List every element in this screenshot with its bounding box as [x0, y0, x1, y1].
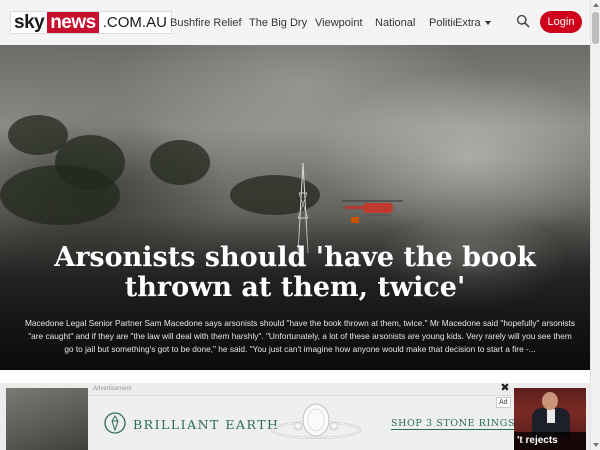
- advertisement-label: Advertisement: [93, 386, 132, 392]
- shop-rings-link[interactable]: SHOP 3 STONE RINGS: [391, 418, 516, 430]
- nav-item-bushfire-relief[interactable]: Bushfire Relief: [170, 17, 242, 29]
- nav-item-the-big-dry[interactable]: The Big Dry: [249, 17, 307, 29]
- login-button[interactable]: Login: [540, 11, 582, 33]
- site-header: sky news .COM.AU Bushfire Relief The Big…: [0, 0, 590, 45]
- search-icon[interactable]: [516, 14, 530, 28]
- logo-domain-text: .COM.AU: [98, 12, 171, 33]
- page-scrollbar[interactable]: [590, 0, 600, 450]
- logo-news-text: news: [47, 12, 99, 33]
- hero-summary: Macedone Legal Senior Partner Sam Macedo…: [25, 318, 575, 354]
- nav-item-extra-overlay: Extra: [455, 17, 481, 29]
- story-thumbnail-left[interactable]: [6, 388, 88, 450]
- sky-news-logo[interactable]: sky news .COM.AU: [10, 11, 172, 34]
- nav-item-politics[interactable]: PoliticsExtra: [429, 17, 491, 29]
- logo-sky-text: sky: [11, 12, 48, 33]
- hero-headline[interactable]: Arsonists should 'have the book thrown a…: [0, 243, 590, 303]
- ad-brand-name: BRILLIANT EARTH: [133, 417, 280, 432]
- hero-story[interactable]: Arsonists should 'have the book thrown a…: [0, 45, 590, 370]
- scrollbar-thumb[interactable]: [592, 12, 599, 44]
- nav-item-national[interactable]: National: [375, 17, 415, 29]
- close-icon[interactable]: ✖: [500, 383, 510, 394]
- nav-item-viewpoint[interactable]: Viewpoint: [315, 17, 363, 29]
- ad-badge[interactable]: Ad: [496, 397, 511, 408]
- scroll-up-icon[interactable]: [593, 3, 599, 7]
- brilliant-earth-logo-icon: [104, 412, 126, 434]
- story-thumbnail-caption: 't rejects: [514, 432, 586, 450]
- diamond-ring-image: [271, 403, 361, 439]
- chevron-down-icon: [484, 21, 491, 26]
- scroll-down-icon[interactable]: [593, 443, 599, 447]
- nav-item-politics-label: Politics: [429, 17, 455, 29]
- story-thumbnail-right[interactable]: 't rejects: [514, 388, 586, 450]
- person-shirt: [547, 409, 555, 423]
- person-head: [542, 392, 558, 410]
- hero-image-tree: [150, 140, 210, 185]
